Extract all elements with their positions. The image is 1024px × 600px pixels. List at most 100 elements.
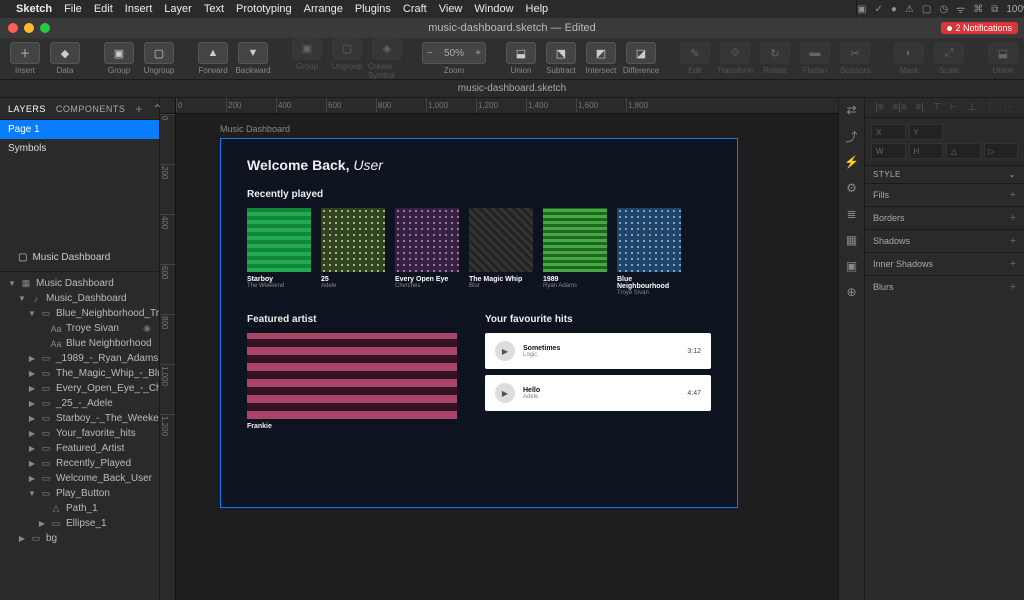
subtract-button[interactable]: ⬔Subtract: [542, 42, 580, 75]
y-field[interactable]: Y: [909, 124, 944, 140]
layer-hits[interactable]: ▶▭Your_favorite_hits: [0, 426, 159, 441]
layer-featured[interactable]: ▶▭Featured_Artist: [0, 441, 159, 456]
layer-artboard[interactable]: ▼▦Music Dashboard: [0, 276, 159, 291]
menu-view[interactable]: View: [439, 3, 463, 15]
menu-plugins[interactable]: Plugins: [355, 3, 391, 15]
insert-button[interactable]: ＋Insert: [6, 42, 44, 75]
menu-window[interactable]: Window: [474, 3, 513, 15]
layer-troye[interactable]: AaTroye Sivan◉: [0, 321, 159, 336]
menu-arrange[interactable]: Arrange: [304, 3, 343, 15]
notifications-badge[interactable]: 2 Notifications: [941, 22, 1018, 34]
craft-gear-icon[interactable]: ⚙: [844, 180, 860, 196]
layer-music-dashboard[interactable]: ▼♪Music_Dashboard: [0, 291, 159, 306]
align-right-icon[interactable]: ≡|: [915, 102, 923, 113]
layer-starboy[interactable]: ▶▭Starboy_-_The_Weekend: [0, 411, 159, 426]
status-battery[interactable]: 100%: [1006, 4, 1024, 15]
play-icon[interactable]: ▶: [495, 341, 515, 361]
craft-add-icon[interactable]: ⊕: [844, 284, 860, 300]
align-vcenter-icon[interactable]: ⊢: [950, 102, 959, 113]
layer-path1[interactable]: △Path_1: [0, 501, 159, 516]
hit-row[interactable]: ▶ SometimesLogic 3:12: [485, 333, 711, 369]
flip-field[interactable]: ▷: [984, 143, 1019, 159]
status-video-icon[interactable]: ▣: [857, 4, 866, 15]
x-field[interactable]: X: [871, 124, 906, 140]
document-tab[interactable]: music-dashboard.sketch: [458, 83, 566, 94]
play-icon[interactable]: ▶: [495, 383, 515, 403]
align-top-icon[interactable]: ⊤: [933, 102, 942, 113]
menu-help[interactable]: Help: [526, 3, 549, 15]
tab-components[interactable]: COMPONENTS: [56, 104, 126, 114]
zoom-control[interactable]: −50%+ Zoom: [422, 42, 486, 75]
artboard[interactable]: Welcome Back, User Recently played Starb…: [220, 138, 738, 508]
zoom-out-icon[interactable]: −: [427, 48, 433, 59]
visibility-icon[interactable]: ◉: [143, 323, 155, 334]
canvas[interactable]: 02004006008001,0001,2001,4001,6001,800 0…: [160, 98, 838, 600]
menu-insert[interactable]: Insert: [125, 3, 153, 15]
window-minimize-button[interactable]: [24, 23, 34, 33]
artboard-label[interactable]: Music Dashboard: [220, 124, 290, 134]
style-chevron-icon[interactable]: ⌄: [1009, 170, 1016, 179]
status-warn-icon[interactable]: ⚠: [905, 4, 914, 15]
tab-layers[interactable]: LAYERS: [8, 104, 46, 114]
menu-layer[interactable]: Layer: [164, 3, 192, 15]
group-button[interactable]: ▣Group: [100, 42, 138, 75]
distribute-h-icon[interactable]: ⋮: [985, 102, 995, 113]
w-field[interactable]: W: [871, 143, 906, 159]
layer-every-open[interactable]: ▶▭Every_Open_Eye_-_Chvrches: [0, 381, 159, 396]
status-dot-icon[interactable]: ●: [891, 4, 897, 15]
distribute-v-icon[interactable]: ⋯: [1004, 102, 1014, 113]
status-app-icon[interactable]: ⌘: [973, 4, 983, 15]
difference-button[interactable]: ◪Difference: [622, 42, 660, 75]
layer-1989[interactable]: ▶▭_1989_-_Ryan_Adams: [0, 351, 159, 366]
status-display-icon[interactable]: ▢: [922, 4, 931, 15]
align-bottom-icon[interactable]: ⊥: [967, 102, 976, 113]
menu-file[interactable]: File: [64, 3, 82, 15]
add-inner-shadow-icon[interactable]: +: [1010, 258, 1016, 270]
add-shadow-icon[interactable]: +: [1010, 235, 1016, 247]
album-card[interactable]: Blue NeighbourhoodTroye Sivan: [617, 208, 681, 296]
layer-blue-neighborhood[interactable]: ▼▭Blue_Neighborhood_Troye_...: [0, 306, 159, 321]
union-button[interactable]: ⬓Union: [502, 42, 540, 75]
align-left-icon[interactable]: |≡: [875, 102, 883, 113]
window-close-button[interactable]: [8, 23, 18, 33]
add-blur-icon[interactable]: +: [1010, 281, 1016, 293]
backward-button[interactable]: ▼Backward: [234, 42, 272, 75]
add-page-icon[interactable]: +: [135, 102, 142, 116]
status-time-icon[interactable]: ◷: [939, 4, 948, 15]
album-card[interactable]: 1989Ryan Adams: [543, 208, 607, 296]
menu-edit[interactable]: Edit: [94, 3, 113, 15]
zoom-in-icon[interactable]: +: [475, 48, 481, 59]
hit-row[interactable]: ▶ HelloAdele 4:47: [485, 375, 711, 411]
status-wifi-icon[interactable]: ᯤ: [956, 2, 965, 16]
craft-stack-icon[interactable]: ≣: [844, 206, 860, 222]
layer-25[interactable]: ▶▭_25_-_Adele: [0, 396, 159, 411]
status-check-icon[interactable]: ✓: [874, 4, 882, 15]
craft-sync-icon[interactable]: ⇄: [844, 102, 860, 118]
craft-image-icon[interactable]: ▣: [844, 258, 860, 274]
angle-field[interactable]: △: [946, 143, 981, 159]
layer-recently[interactable]: ▶▭Recently_Played: [0, 456, 159, 471]
data-button[interactable]: ◆Data: [46, 42, 84, 75]
craft-grid-icon[interactable]: ▦: [844, 232, 860, 248]
ungroup-button[interactable]: ▢Ungroup: [140, 42, 178, 75]
layer-play-button[interactable]: ▼▭Play_Button: [0, 486, 159, 501]
page-page1[interactable]: Page 1: [0, 120, 159, 139]
h-field[interactable]: H: [909, 143, 944, 159]
album-card[interactable]: The Magic WhipBlur: [469, 208, 533, 296]
layer-welcome[interactable]: ▶▭Welcome_Back_User: [0, 471, 159, 486]
album-card[interactable]: StarboyThe Weekend: [247, 208, 311, 296]
align-hcenter-icon[interactable]: ≡|≡: [892, 102, 906, 113]
album-card[interactable]: Every Open EyeChvrches: [395, 208, 459, 296]
craft-bolt-icon[interactable]: ⚡: [844, 154, 860, 170]
menu-text[interactable]: Text: [204, 3, 224, 15]
menu-prototyping[interactable]: Prototyping: [236, 3, 292, 15]
intersect-button[interactable]: ◩Intersect: [582, 42, 620, 75]
artboard-section-row[interactable]: ▢Music Dashboard: [0, 248, 159, 267]
menu-app[interactable]: Sketch: [16, 3, 52, 15]
layer-ellipse1[interactable]: ▶▭Ellipse_1: [0, 516, 159, 531]
layer-bg[interactable]: ▶▭bg: [0, 531, 159, 546]
craft-upload-icon[interactable]: ⤴: [844, 128, 860, 144]
status-dropbox-icon[interactable]: ⧉: [991, 4, 998, 15]
layer-magic-whip[interactable]: ▶▭The_Magic_Whip_-_Blur: [0, 366, 159, 381]
page-symbols[interactable]: Symbols: [0, 139, 159, 158]
